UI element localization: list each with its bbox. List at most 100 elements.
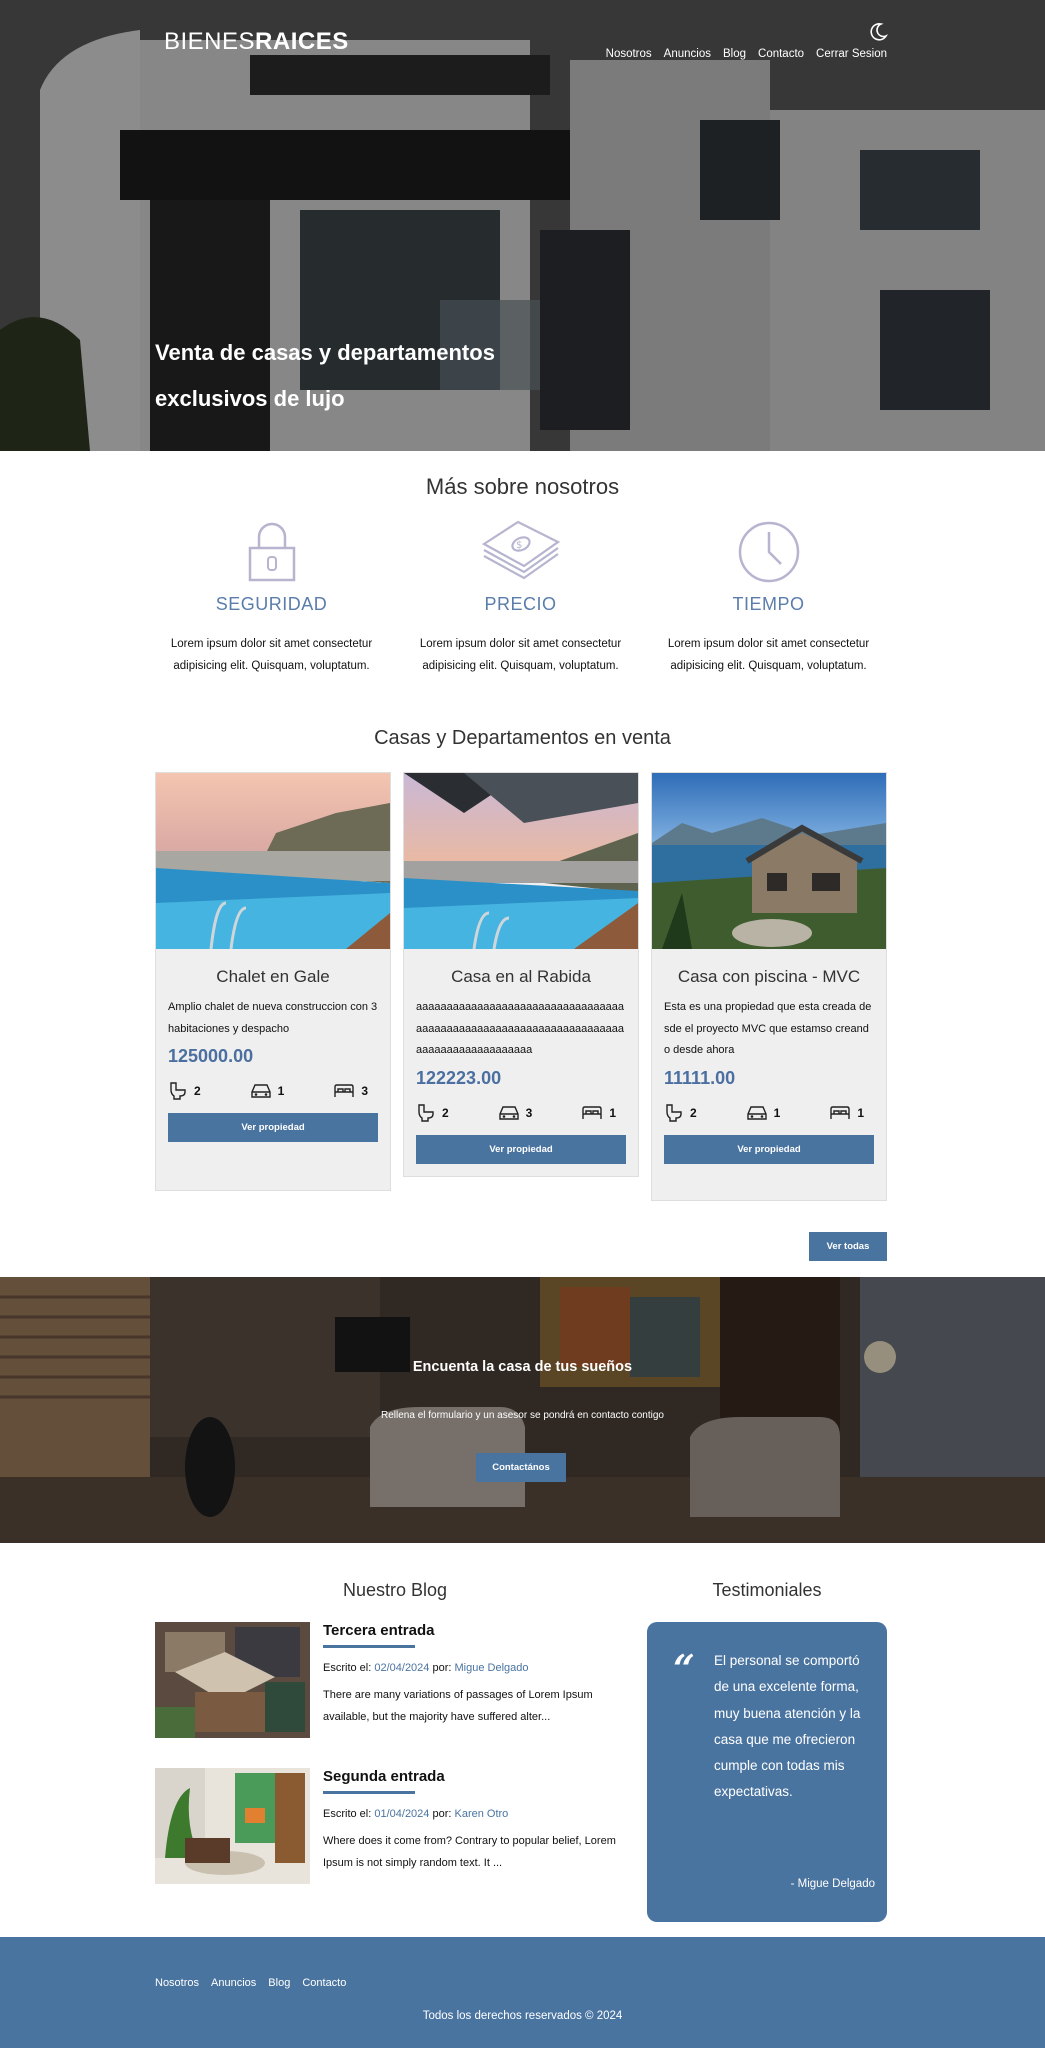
nav-link-anuncios[interactable]: Anuncios bbox=[664, 48, 711, 60]
testimonials-section-title: Testimoniales bbox=[712, 1580, 822, 1600]
blog-meta-prefix: Escrito el: bbox=[323, 1808, 375, 1820]
nav-link-nosotros[interactable]: Nosotros bbox=[606, 48, 652, 60]
footer-link-nosotros[interactable]: Nosotros bbox=[155, 1977, 199, 1989]
blog-title-underline bbox=[323, 1645, 415, 1648]
feature-title: SEGURIDAD bbox=[215, 594, 328, 614]
nav-link-contacto[interactable]: Contacto bbox=[758, 48, 804, 60]
blog-meta: Escrito el: 01/04/2024 por: Karen Otro bbox=[323, 1808, 623, 1820]
blog-meta-by: por: bbox=[429, 1662, 455, 1674]
card-spacer bbox=[168, 1142, 378, 1178]
amenity-wc: 2 bbox=[416, 1103, 449, 1123]
amenity-rooms: 1 bbox=[581, 1103, 616, 1123]
amenities: 2 3 1 bbox=[416, 1103, 626, 1123]
blog-author: Karen Otro bbox=[454, 1808, 509, 1820]
svg-text:$: $ bbox=[516, 540, 522, 551]
view-property-button[interactable]: Ver propiedad bbox=[664, 1134, 874, 1164]
blog-info: Segunda entrada Escrito el: 01/04/2024 p… bbox=[323, 1768, 623, 1874]
card-spacer bbox=[664, 1164, 874, 1188]
card-price: 125000.00 bbox=[168, 1046, 254, 1066]
amenity-value: 1 bbox=[277, 1084, 285, 1098]
contact-banner: Encuenta la casa de tus sueños Rellena e… bbox=[0, 1277, 1045, 1543]
site-logo[interactable]: BIENESRAICES bbox=[164, 28, 349, 56]
hero-header: BIENESRAICES Nosotros Anuncios Blog Cont… bbox=[0, 0, 1045, 451]
amenity-wc: 2 bbox=[168, 1081, 201, 1101]
blog-entry: Segunda entrada Escrito el: 01/04/2024 p… bbox=[155, 1768, 625, 1888]
copyright-text: Todos los derechos reservados © 2024 bbox=[422, 2010, 623, 2022]
listings-section-title: Casas y Departamentos en venta bbox=[374, 727, 671, 749]
card-title: Chalet en Gale bbox=[216, 967, 330, 986]
see-all-button[interactable]: Ver todas bbox=[809, 1232, 887, 1261]
car-icon bbox=[746, 1105, 767, 1120]
feature-title: PRECIO bbox=[484, 594, 557, 614]
blog-title[interactable]: Tercera entrada bbox=[323, 1622, 623, 1639]
lock-icon bbox=[248, 522, 295, 582]
amenity-rooms: 3 bbox=[333, 1081, 368, 1101]
moon-icon[interactable] bbox=[868, 22, 888, 42]
toilet-icon bbox=[666, 1103, 682, 1122]
amenities: 2 1 1 bbox=[664, 1103, 874, 1123]
site-footer: Nosotros Anuncios Blog Contacto Todos lo… bbox=[0, 1937, 1045, 2048]
blog-thumbnail[interactable] bbox=[155, 1622, 310, 1738]
blog-meta-by: por: bbox=[429, 1808, 455, 1820]
blog-excerpt: Where does it come from? Contrary to pop… bbox=[323, 1835, 616, 1869]
view-property-button[interactable]: Ver propiedad bbox=[416, 1134, 626, 1164]
footer-link-anuncios[interactable]: Anuncios bbox=[211, 1977, 256, 1989]
banner-title: Encuenta la casa de tus sueños bbox=[412, 1359, 633, 1375]
toilet-icon bbox=[170, 1082, 186, 1100]
clock-icon bbox=[738, 521, 799, 583]
card-price: 11111.00 bbox=[664, 1067, 736, 1088]
blog-info: Tercera entrada Escrito el: 02/04/2024 p… bbox=[323, 1622, 623, 1728]
amenity-wc: 2 bbox=[664, 1103, 697, 1123]
property-photo bbox=[156, 773, 390, 949]
card-description: Esta es una propiedad que esta creada de… bbox=[664, 1001, 872, 1056]
blog-entry: Tercera entrada Escrito el: 02/04/2024 p… bbox=[155, 1622, 625, 1742]
nav-link-cerrar-sesion[interactable]: Cerrar Sesion bbox=[816, 48, 887, 60]
card-description: Amplio chalet de nueva construccion con … bbox=[168, 1001, 378, 1035]
property-card: Casa en al Rabida aaaaaaaaaaaaaaaaaaaaaa… bbox=[403, 772, 639, 1177]
view-property-button[interactable]: Ver propiedad bbox=[168, 1113, 378, 1142]
banner-text: Rellena el formulario y un asesor se pon… bbox=[381, 1410, 664, 1421]
amenity-value: 1 bbox=[609, 1105, 616, 1120]
blog-meta-prefix: Escrito el: bbox=[323, 1662, 375, 1674]
bed-icon bbox=[582, 1105, 603, 1119]
blog-section-title: Nuestro Blog bbox=[342, 1580, 448, 1600]
feature-text: Lorem ipsum dolor sit amet consectetur a… bbox=[667, 638, 870, 672]
blog-author: Migue Delgado bbox=[454, 1662, 529, 1674]
blog-date: 01/04/2024 bbox=[374, 1808, 430, 1820]
testimonial-quote: El personal se comportó de una excelente… bbox=[714, 1653, 861, 1800]
amenities: 2 1 3 bbox=[168, 1081, 378, 1101]
amenity-value: 2 bbox=[442, 1105, 449, 1120]
car-icon bbox=[498, 1105, 519, 1120]
blog-excerpt: There are many variations of passages of… bbox=[323, 1689, 593, 1723]
bed-icon bbox=[830, 1105, 851, 1119]
footer-link-blog[interactable]: Blog bbox=[268, 1977, 290, 1989]
toilet-icon bbox=[418, 1103, 434, 1122]
feature-seguridad: SEGURIDAD Lorem ipsum dolor sit amet con… bbox=[154, 520, 389, 677]
blog-date: 02/04/2024 bbox=[374, 1662, 430, 1674]
card-price: 122223.00 bbox=[416, 1067, 502, 1088]
amenity-parking: 3 bbox=[498, 1103, 532, 1123]
about-section-title: Más sobre nosotros bbox=[425, 474, 620, 499]
card-title: Casa con piscina - MVC bbox=[677, 967, 861, 986]
logo-bold-text: RAICES bbox=[255, 28, 349, 55]
amenity-rooms: 1 bbox=[829, 1103, 864, 1123]
amenity-value: 3 bbox=[361, 1084, 368, 1098]
blog-thumbnail[interactable] bbox=[155, 1768, 310, 1884]
hero-title: Venta de casas y departamentos exclusivo… bbox=[155, 340, 495, 411]
property-card: Casa con piscina - MVC Esta es una propi… bbox=[651, 772, 887, 1201]
contact-button[interactable]: Contactános bbox=[476, 1453, 566, 1482]
nav-link-blog[interactable]: Blog bbox=[723, 48, 746, 60]
amenity-parking: 1 bbox=[250, 1081, 285, 1101]
testimonial-card: “ El personal se comportó de una excelen… bbox=[647, 1622, 887, 1922]
feature-text: Lorem ipsum dolor sit amet consectetur a… bbox=[170, 638, 373, 672]
property-card: Chalet en Gale Amplio chalet de nueva co… bbox=[155, 772, 391, 1191]
bed-icon bbox=[334, 1084, 355, 1097]
property-photo bbox=[652, 773, 886, 949]
blog-meta: Escrito el: 02/04/2024 por: Migue Delgad… bbox=[323, 1662, 623, 1674]
main-nav: Nosotros Anuncios Blog Contacto Cerrar S… bbox=[606, 48, 887, 60]
feature-precio: $ PRECIO Lorem ipsum dolor sit amet cons… bbox=[403, 520, 638, 677]
footer-link-contacto[interactable]: Contacto bbox=[302, 1977, 346, 1989]
blog-title[interactable]: Segunda entrada bbox=[323, 1768, 623, 1785]
money-icon: $ bbox=[481, 520, 560, 580]
blog-title-underline bbox=[323, 1791, 415, 1794]
